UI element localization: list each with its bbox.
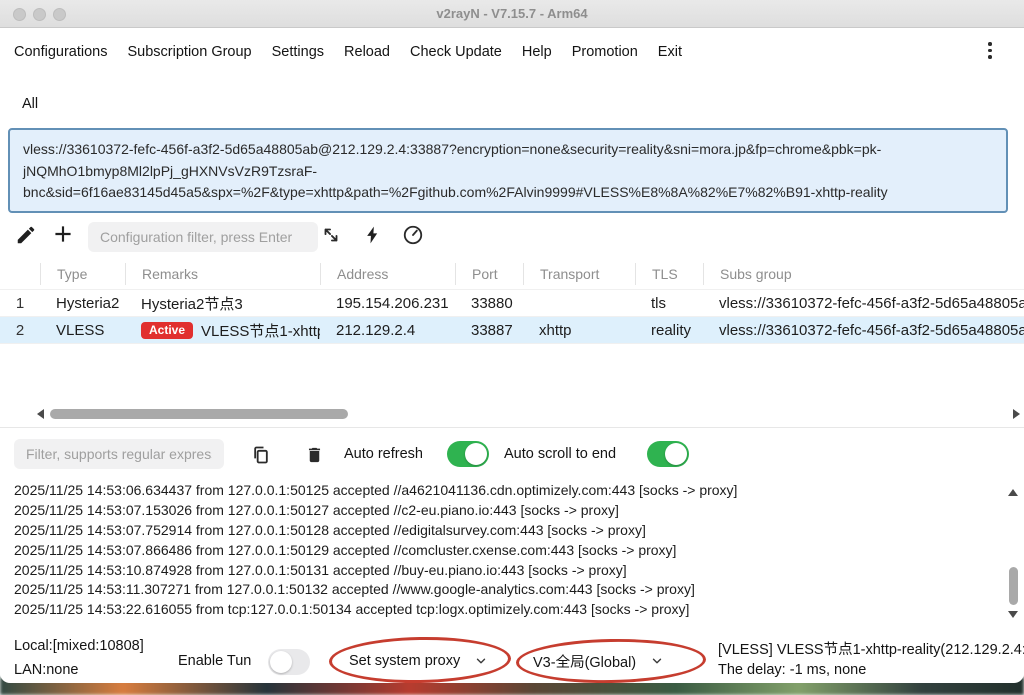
scroll-right-arrow-icon[interactable] bbox=[1013, 409, 1020, 419]
log-line: 2025/11/25 14:53:11.307271 from 127.0.0.… bbox=[0, 580, 1024, 600]
lightning-bolt-icon[interactable] bbox=[360, 222, 386, 248]
scroll-up-arrow-icon[interactable] bbox=[1008, 489, 1018, 496]
cell-subs-group: vless://33610372-fefc-456f-a3f2-5d65a488… bbox=[703, 322, 1024, 339]
add-plus-icon[interactable] bbox=[50, 221, 76, 247]
window-title: v2rayN - V7.15.7 - Arm64 bbox=[0, 6, 1024, 21]
column-header-type[interactable]: Type bbox=[40, 263, 125, 285]
table-row-selected[interactable]: 2 VLESS Active VLESS节点1-xhttp-reality 21… bbox=[0, 317, 1024, 344]
system-proxy-dropdown[interactable]: Set system proxy bbox=[349, 646, 488, 676]
configuration-toolbar bbox=[0, 218, 1024, 256]
cell-port: 33887 bbox=[455, 322, 523, 339]
log-line: 2025/11/25 14:53:07.866486 from 127.0.0.… bbox=[0, 541, 1024, 561]
expand-arrows-icon[interactable] bbox=[318, 222, 344, 248]
vertical-scrollbar-thumb[interactable] bbox=[1009, 567, 1018, 605]
cell-address: 195.154.206.231 bbox=[320, 295, 455, 312]
local-listen-info: Local:[mixed:10808] bbox=[14, 638, 144, 654]
column-header-tls[interactable]: TLS bbox=[635, 263, 703, 285]
auto-refresh-toggle[interactable] bbox=[447, 441, 489, 467]
menu-settings[interactable]: Settings bbox=[272, 44, 324, 60]
column-header-address[interactable]: Address bbox=[320, 263, 455, 285]
column-header-index bbox=[0, 263, 40, 285]
table-header-row: Type Remarks Address Port Transport TLS … bbox=[0, 258, 1024, 290]
log-line: 2025/11/25 14:53:07.752914 from 127.0.0.… bbox=[0, 521, 1024, 541]
auto-refresh-label: Auto refresh bbox=[344, 446, 423, 462]
menu-promotion[interactable]: Promotion bbox=[572, 44, 638, 60]
auto-scroll-label: Auto scroll to end bbox=[504, 446, 616, 462]
cell-remarks: Hysteria2节点3 bbox=[125, 293, 320, 314]
log-line: 2025/11/25 14:53:22.616055 from tcp:127.… bbox=[0, 600, 1024, 620]
column-header-transport[interactable]: Transport bbox=[523, 263, 635, 285]
share-url-line: bnc&sid=6f16ae83145d45a5&spx=%2F&type=xh… bbox=[23, 182, 993, 204]
chevron-down-icon bbox=[650, 654, 664, 668]
cell-remarks: Active VLESS节点1-xhttp-reality bbox=[125, 320, 320, 341]
enable-tun-toggle[interactable] bbox=[268, 649, 310, 675]
scroll-left-arrow-icon[interactable] bbox=[37, 409, 44, 419]
auto-scroll-toggle[interactable] bbox=[647, 441, 689, 467]
column-header-port[interactable]: Port bbox=[455, 263, 523, 285]
menu-reload[interactable]: Reload bbox=[344, 44, 390, 60]
horizontal-scrollbar-thumb[interactable] bbox=[50, 409, 348, 419]
cell-tls: reality bbox=[635, 322, 703, 339]
enable-tun-label: Enable Tun bbox=[178, 653, 251, 669]
app-root: { "colors": { "accent_blue_bg": "#e3effb… bbox=[0, 0, 1024, 695]
log-toolbar: Auto refresh Auto scroll to end bbox=[0, 432, 1024, 478]
row-index: 1 bbox=[0, 295, 40, 312]
menubar: Configurations Subscription Group Settin… bbox=[0, 29, 1024, 75]
profiles-table: Type Remarks Address Port Transport TLS … bbox=[0, 258, 1024, 344]
delay-info: The delay: -1 ms, none bbox=[718, 662, 866, 678]
menu-configurations[interactable]: Configurations bbox=[14, 44, 108, 60]
routing-rule-dropdown[interactable]: V3-全局(Global) bbox=[533, 646, 664, 676]
share-url-box[interactable]: vless://33610372-fefc-456f-a3f2-5d65a488… bbox=[8, 128, 1008, 213]
log-output[interactable]: 2025/11/25 14:53:06.634437 from 127.0.0.… bbox=[0, 481, 1024, 628]
cell-type: Hysteria2 bbox=[40, 295, 125, 312]
scroll-down-arrow-icon[interactable] bbox=[1008, 611, 1018, 618]
chevron-down-icon bbox=[474, 654, 488, 668]
titlebar: v2rayN - V7.15.7 - Arm64 bbox=[0, 0, 1024, 28]
cell-tls: tls bbox=[635, 295, 703, 312]
share-url-line: jNQMhO1bmyp8Ml2lpPj_gHXNVsVzR9TzsraF- bbox=[23, 161, 993, 183]
active-node-info: [VLESS] VLESS节点1-xhttp-reality(212.129.2… bbox=[718, 638, 1024, 659]
active-badge: Active bbox=[141, 322, 193, 339]
log-line: 2025/11/25 14:53:06.634437 from 127.0.0.… bbox=[0, 481, 1024, 501]
section-divider bbox=[0, 427, 1024, 428]
cell-type: VLESS bbox=[40, 322, 125, 339]
share-url-line: vless://33610372-fefc-456f-a3f2-5d65a488… bbox=[23, 139, 993, 161]
configuration-filter-input[interactable] bbox=[88, 222, 318, 252]
statusbar: Local:[mixed:10808] LAN:none Enable Tun … bbox=[0, 630, 1024, 683]
horizontal-scrollbar[interactable] bbox=[0, 404, 1024, 424]
copy-logs-icon[interactable] bbox=[248, 442, 274, 468]
cell-transport: xhttp bbox=[523, 322, 635, 339]
table-row[interactable]: 1 Hysteria2 Hysteria2节点3 195.154.206.231… bbox=[0, 290, 1024, 317]
menu-exit[interactable]: Exit bbox=[658, 44, 682, 60]
log-filter-input[interactable] bbox=[14, 439, 224, 469]
edit-pencil-icon[interactable] bbox=[13, 222, 39, 248]
menu-check-update[interactable]: Check Update bbox=[410, 44, 502, 60]
cell-subs-group: vless://33610372-fefc-456f-a3f2-5d65a488… bbox=[703, 295, 1024, 312]
system-proxy-value: Set system proxy bbox=[349, 653, 460, 669]
more-options-kebab-icon[interactable] bbox=[982, 42, 998, 62]
menu-subscription-group[interactable]: Subscription Group bbox=[128, 44, 252, 60]
clear-logs-trash-icon[interactable] bbox=[301, 442, 327, 468]
routing-rule-value: V3-全局(Global) bbox=[533, 651, 636, 672]
column-header-subs-group[interactable]: Subs group bbox=[703, 263, 1024, 285]
lan-listen-info: LAN:none bbox=[14, 662, 79, 678]
speed-test-gauge-icon[interactable] bbox=[400, 222, 426, 248]
cell-port: 33880 bbox=[455, 295, 523, 312]
tab-all-group[interactable]: All bbox=[22, 96, 38, 112]
row-index: 2 bbox=[0, 322, 40, 339]
log-vertical-scrollbar[interactable] bbox=[1004, 481, 1022, 628]
log-line: 2025/11/25 14:53:10.874928 from 127.0.0.… bbox=[0, 561, 1024, 581]
cell-address: 212.129.2.4 bbox=[320, 322, 455, 339]
app-window: v2rayN - V7.15.7 - Arm64 Configurations … bbox=[0, 0, 1024, 683]
column-header-remarks[interactable]: Remarks bbox=[125, 263, 320, 285]
log-line: 2025/11/25 14:53:07.153026 from 127.0.0.… bbox=[0, 501, 1024, 521]
menu-help[interactable]: Help bbox=[522, 44, 552, 60]
